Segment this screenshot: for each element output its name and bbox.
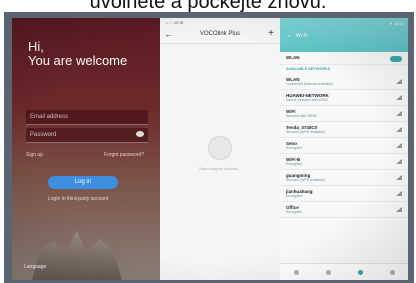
network-status: Encrypted [286, 210, 302, 214]
greeting-line-1: Hi, [28, 39, 44, 54]
wlan-toggle[interactable] [390, 56, 402, 62]
wifi-header: ▼ 19:27 ← Wi-Fi [280, 18, 408, 52]
network-list: WLAN Connected (Internet available) HUAWEI… [280, 74, 408, 218]
email-field[interactable]: Email address [26, 110, 148, 125]
network-row[interactable]: Seno Encrypted [280, 138, 408, 154]
status-bar: • ◦ ◦ 4G ✉ [166, 20, 184, 25]
language-selector[interactable]: Language [24, 264, 46, 270]
email-placeholder: Email address [30, 114, 69, 120]
greeting: Hi, You are welcome [28, 40, 127, 68]
wlan-toggle-row[interactable]: WLAN [280, 52, 408, 65]
wifi-back-icon[interactable]: ← [286, 32, 293, 39]
network-status: Connected (Internet available) [286, 82, 333, 86]
nav-smart-icon[interactable] [357, 269, 363, 275]
wifi-title: Wi-Fi [296, 33, 308, 39]
eye-icon[interactable] [136, 131, 144, 137]
middle-panel: • ◦ ◦ 4G ✉ ← VOCOlink Plus + Searching f… [160, 18, 280, 280]
network-name: Tenda_3740C0 [286, 125, 318, 130]
network-status: Encrypted [286, 146, 302, 150]
network-row[interactable]: WiFi-B Encrypted [280, 154, 408, 170]
network-name: HUAWEI-NETWORK [286, 93, 329, 98]
tablet-screen: Hi, You are welcome Email address Passwo… [12, 18, 408, 280]
network-name: Office [286, 205, 299, 210]
network-row[interactable]: jianhuahang Encrypted [280, 186, 408, 202]
nav-me-icon[interactable] [389, 269, 395, 275]
network-status: Encrypted [286, 162, 302, 166]
network-name: Seno [286, 141, 298, 146]
network-status: Encrypted [286, 194, 302, 198]
nav-home-icon[interactable] [293, 269, 299, 275]
network-row[interactable]: HUAWEI-NETWORK Saved, secured with WPA2 [280, 90, 408, 106]
network-name: WLAN [286, 77, 300, 82]
login-button[interactable]: Log in [48, 176, 118, 189]
wifi-status-bar: ▼ 19:27 [388, 21, 404, 26]
network-name: guangming [286, 173, 311, 178]
login-panel: Hi, You are welcome Email address Passwo… [12, 18, 160, 280]
network-status: Secured (WPS available) [286, 130, 326, 134]
forgot-password-link[interactable]: Forgot password? [104, 152, 144, 158]
available-networks-header: AVAILABLE NETWORKS [286, 67, 331, 71]
bottom-nav [280, 263, 408, 280]
wifi-settings-panel: ▼ 19:27 ← Wi-Fi WLAN AVAILABLE NETWORKS … [280, 18, 408, 280]
network-row[interactable]: WiFi Secured with WPA2 [280, 106, 408, 122]
network-row[interactable]: WLAN Connected (Internet available) [280, 74, 408, 90]
sign-up-link[interactable]: Sign up [26, 152, 43, 158]
nav-devices-icon[interactable] [325, 269, 331, 275]
network-name: jianhuahang [286, 189, 313, 194]
third-party-login-link[interactable]: Login in third-party account [48, 196, 108, 202]
password-placeholder: Password [30, 132, 57, 138]
network-status: Saved, secured with WPA2 [286, 98, 329, 102]
network-name: WiFi-B [286, 157, 301, 162]
loading-text: Searching for devices... [199, 166, 241, 171]
greeting-line-2: You are welcome [28, 53, 128, 68]
app-title: VOCOlink Plus [199, 31, 240, 37]
network-row[interactable]: guangming Secured (WPS available) [280, 170, 408, 186]
background-illustration [32, 230, 122, 280]
add-device-icon[interactable]: + [268, 28, 274, 39]
app-logo-icon [208, 136, 232, 160]
network-row[interactable]: Tenda_3740C0 Secured (WPS available) [280, 122, 408, 138]
network-row[interactable]: Office Encrypted [280, 202, 408, 218]
middle-header: ← VOCOlink Plus + [160, 27, 280, 44]
password-field[interactable]: Password [26, 128, 148, 143]
network-status: Secured with WPA2 [286, 114, 317, 118]
network-name: WiFi [286, 109, 296, 114]
network-status: Secured (WPS available) [286, 178, 326, 182]
